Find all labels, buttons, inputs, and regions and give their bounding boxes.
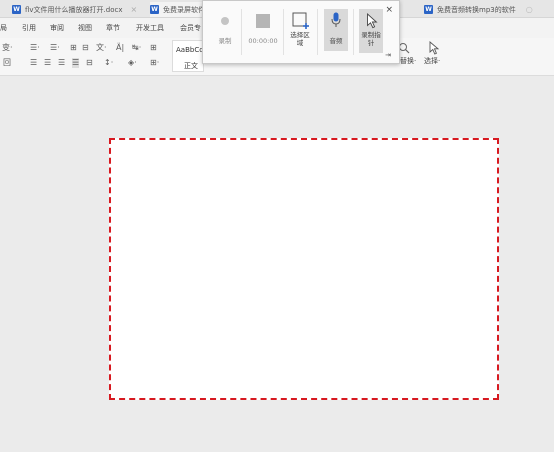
justify-icon[interactable]: ☰ <box>72 58 80 68</box>
pin-icon[interactable]: ⇥ <box>385 51 391 59</box>
record-cursor-button[interactable]: 录制指针 <box>357 1 385 65</box>
area-select-icon <box>292 12 309 29</box>
align-center-icon[interactable]: ☰ <box>44 58 51 68</box>
close-icon[interactable]: × <box>385 5 393 15</box>
shading-icon[interactable]: ◈· <box>128 58 137 68</box>
menu-item-layout[interactable]: 局 <box>0 23 7 33</box>
record-cursor-label: 录制指针 <box>361 31 381 47</box>
menu-item-review[interactable]: 审阅 <box>50 23 64 33</box>
sort-icon[interactable]: Ä| <box>116 43 124 53</box>
menu-item-developer[interactable]: 开发工具 <box>136 23 164 33</box>
decrease-indent-icon[interactable]: ⊞ <box>70 43 77 53</box>
menu-item-references[interactable]: 引用 <box>22 23 36 33</box>
tab-audio-converter[interactable]: W 免费音频转换mp3的软件 ○ <box>424 2 554 17</box>
word-doc-icon: W <box>12 5 21 14</box>
time-display: 00:00:00 <box>248 37 278 45</box>
bullet-list-icon[interactable]: ☰· <box>30 43 40 53</box>
change-case-icon[interactable]: 变· <box>2 43 13 53</box>
distributed-icon[interactable]: ⊟ <box>86 58 93 68</box>
menu-item-member[interactable]: 会员专 <box>180 23 201 33</box>
stop-timer-button[interactable]: 00:00:00 <box>243 1 283 65</box>
audio-label: 音频 <box>329 37 343 45</box>
microphone-icon <box>331 12 341 27</box>
tab-stop-icon[interactable]: ↹· <box>132 43 141 53</box>
tab-flv-document[interactable]: W flv文件用什么播放器打开.docx × <box>12 2 152 17</box>
divider <box>283 9 284 55</box>
record-button[interactable]: 录制 <box>209 1 241 65</box>
divider <box>241 9 242 55</box>
close-icon[interactable]: × <box>131 5 138 14</box>
increase-indent-icon[interactable]: ⊟ <box>82 43 89 53</box>
word-doc-icon: W <box>150 5 159 14</box>
record-dot-icon <box>221 17 229 25</box>
table-icon[interactable]: ⊞ <box>150 43 157 53</box>
align-left-icon[interactable]: ☰ <box>30 58 37 68</box>
style-name: 正文 <box>184 62 198 70</box>
numbered-list-icon[interactable]: ☰· <box>50 43 60 53</box>
borders-icon[interactable]: ⊞· <box>150 58 159 68</box>
menu-item-chapter[interactable]: 章节 <box>106 23 120 33</box>
style-normal[interactable]: AaBbCc 正文 <box>172 40 204 72</box>
border-icon[interactable]: 回 <box>3 58 11 68</box>
tab-label: 免费录屏软件 <box>163 5 202 14</box>
line-spacing-icon[interactable]: ↕· <box>104 58 113 68</box>
audio-button[interactable]: 音频 <box>323 1 349 65</box>
style-sample: AaBbCc <box>176 46 204 54</box>
record-label: 录制 <box>218 37 232 45</box>
circle-icon[interactable]: ○ <box>526 5 533 14</box>
mouse-pointer-icon <box>367 13 378 29</box>
stop-square-icon <box>256 14 270 28</box>
replace-button[interactable]: 替换· <box>400 56 416 66</box>
tab-screen-recorder[interactable]: W 免费录屏软件 <box>150 2 202 17</box>
select-area-label: 选择区域 <box>290 31 310 47</box>
recording-area-selection[interactable] <box>109 138 499 400</box>
divider <box>317 9 318 55</box>
select-button[interactable]: 选择· <box>424 56 440 66</box>
screen-recorder-panel: 录制 00:00:00 选择区域 音频 录制指针 × ⇥ <box>202 0 400 64</box>
tab-label: 免费音频转换mp3的软件 <box>437 5 516 14</box>
chinese-layout-icon[interactable]: 文· <box>96 43 107 53</box>
menu-item-view[interactable]: 视图 <box>78 23 92 33</box>
select-cursor-icon[interactable] <box>428 41 440 55</box>
tab-label: flv文件用什么播放器打开.docx <box>25 5 123 14</box>
word-doc-icon: W <box>424 5 433 14</box>
align-right-icon[interactable]: ☰ <box>58 58 65 68</box>
select-area-button[interactable]: 选择区域 <box>285 1 315 65</box>
divider <box>353 9 354 55</box>
